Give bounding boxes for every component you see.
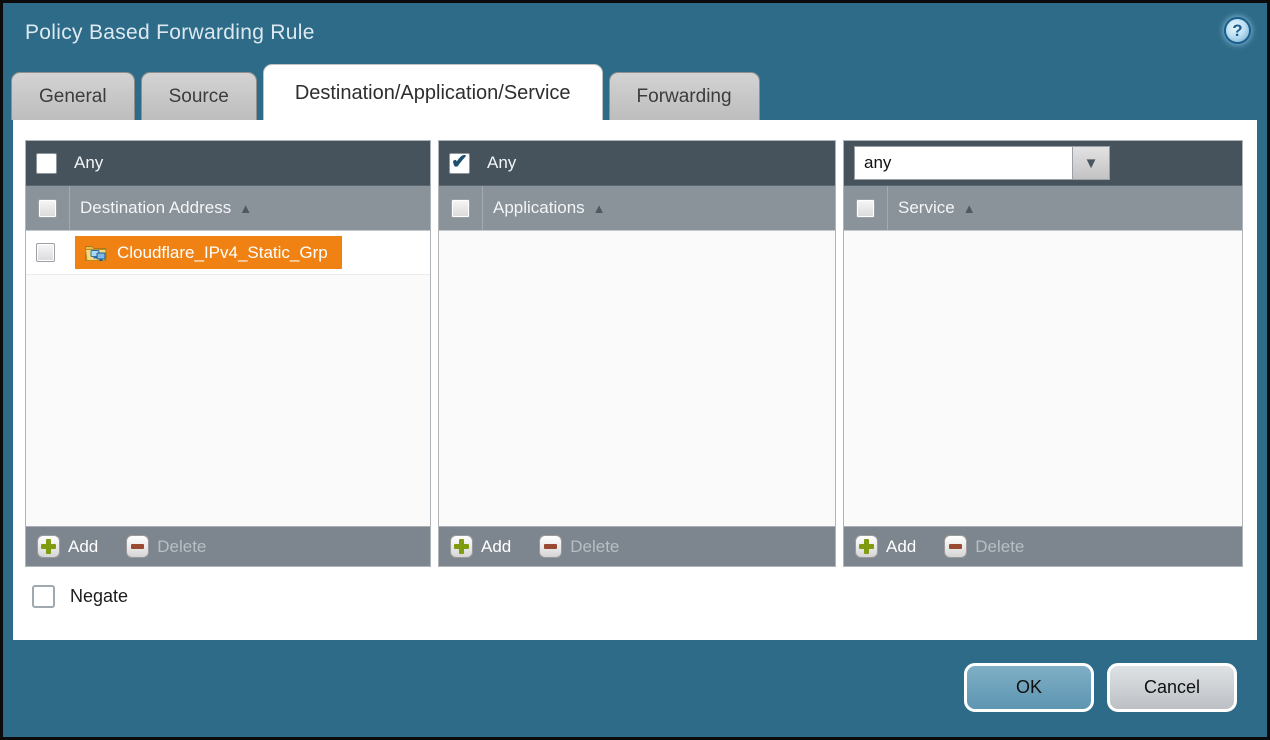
address-group-icon — [84, 243, 108, 262]
dialog-title: Policy Based Forwarding Rule — [25, 21, 315, 45]
tab-source[interactable]: Source — [141, 72, 257, 120]
checkmark-icon: ✔ — [451, 152, 468, 172]
ok-button[interactable]: OK — [964, 663, 1094, 712]
applications-select-all-cell — [439, 186, 483, 230]
service-dropdown-value[interactable]: any — [854, 146, 1072, 180]
destination-add-label: Add — [68, 537, 98, 557]
service-list — [844, 231, 1242, 526]
chevron-down-icon: ▼ — [1084, 155, 1099, 172]
applications-add-label: Add — [481, 537, 511, 557]
tab-forwarding[interactable]: Forwarding — [609, 72, 760, 120]
applications-column-header: Applications ▲ — [439, 186, 835, 231]
negate-row: Negate — [32, 585, 1245, 608]
destination-select-all-cell — [26, 186, 70, 230]
applications-add-button[interactable]: Add — [450, 535, 511, 558]
applications-footer-bar: Add Delete — [439, 526, 835, 566]
dialog-titlebar: Policy Based Forwarding Rule ? — [3, 3, 1267, 63]
service-dropdown: any ▼ — [854, 146, 1110, 180]
service-dropdown-button[interactable]: ▼ — [1072, 146, 1110, 180]
list-item: Cloudflare_IPv4_Static_Grp — [26, 231, 430, 275]
destination-list: Cloudflare_IPv4_Static_Grp — [26, 231, 430, 526]
destination-any-label: Any — [74, 153, 103, 173]
tab-content: Any Destination Address ▲ — [13, 120, 1257, 640]
service-select-all-checkbox[interactable] — [856, 199, 875, 218]
help-icon-glyph: ? — [1232, 21, 1242, 41]
destination-select-all-checkbox[interactable] — [38, 199, 57, 218]
destination-footer-bar: Add Delete — [26, 526, 430, 566]
applications-delete-label: Delete — [570, 537, 619, 557]
service-add-label: Add — [886, 537, 916, 557]
destination-column-header: Destination Address ▲ — [26, 186, 430, 231]
applications-select-all-checkbox[interactable] — [451, 199, 470, 218]
negate-checkbox[interactable] — [32, 585, 55, 608]
destination-any-checkbox[interactable] — [36, 153, 57, 174]
delete-minus-icon — [126, 535, 149, 558]
service-header-label[interactable]: Service — [898, 198, 955, 218]
destination-any-row: Any — [26, 141, 430, 186]
policy-based-forwarding-dialog: Policy Based Forwarding Rule ? General S… — [0, 0, 1270, 740]
service-column-header: Service ▲ — [844, 186, 1242, 231]
dialog-button-bar: OK Cancel — [3, 637, 1267, 737]
destination-add-button[interactable]: Add — [37, 535, 98, 558]
service-any-row: any ▼ — [844, 141, 1242, 186]
sort-asc-icon[interactable]: ▲ — [239, 201, 252, 216]
tab-general[interactable]: General — [11, 72, 135, 120]
applications-list — [439, 231, 835, 526]
applications-any-label: Any — [487, 153, 516, 173]
cancel-button[interactable]: Cancel — [1107, 663, 1237, 712]
destination-address-panel: Any Destination Address ▲ — [25, 140, 431, 567]
destination-delete-button[interactable]: Delete — [126, 535, 206, 558]
sort-asc-icon[interactable]: ▲ — [963, 201, 976, 216]
service-panel: any ▼ Service ▲ — [843, 140, 1243, 567]
destination-item-checkbox[interactable] — [36, 243, 55, 262]
delete-minus-icon — [944, 535, 967, 558]
applications-any-checkbox[interactable]: ✔ — [449, 153, 470, 174]
add-plus-icon — [450, 535, 473, 558]
destination-delete-label: Delete — [157, 537, 206, 557]
destination-item-selected[interactable]: Cloudflare_IPv4_Static_Grp — [75, 236, 342, 269]
delete-minus-icon — [539, 535, 562, 558]
add-plus-icon — [855, 535, 878, 558]
add-plus-icon — [37, 535, 60, 558]
service-add-button[interactable]: Add — [855, 535, 916, 558]
tab-destination-application-service[interactable]: Destination/Application/Service — [263, 64, 603, 120]
destination-header-label[interactable]: Destination Address — [80, 198, 231, 218]
columns-container: Any Destination Address ▲ — [25, 140, 1245, 567]
service-footer-bar: Add Delete — [844, 526, 1242, 566]
applications-header-label[interactable]: Applications — [493, 198, 585, 218]
tab-bar: General Source Destination/Application/S… — [3, 63, 1267, 120]
sort-asc-icon[interactable]: ▲ — [593, 201, 606, 216]
help-icon[interactable]: ? — [1224, 17, 1251, 44]
service-delete-button[interactable]: Delete — [944, 535, 1024, 558]
applications-panel: ✔ Any Applications ▲ Add — [438, 140, 836, 567]
applications-delete-button[interactable]: Delete — [539, 535, 619, 558]
negate-label: Negate — [70, 586, 128, 607]
applications-any-row: ✔ Any — [439, 141, 835, 186]
destination-item-label: Cloudflare_IPv4_Static_Grp — [117, 243, 328, 263]
service-delete-label: Delete — [975, 537, 1024, 557]
service-select-all-cell — [844, 186, 888, 230]
